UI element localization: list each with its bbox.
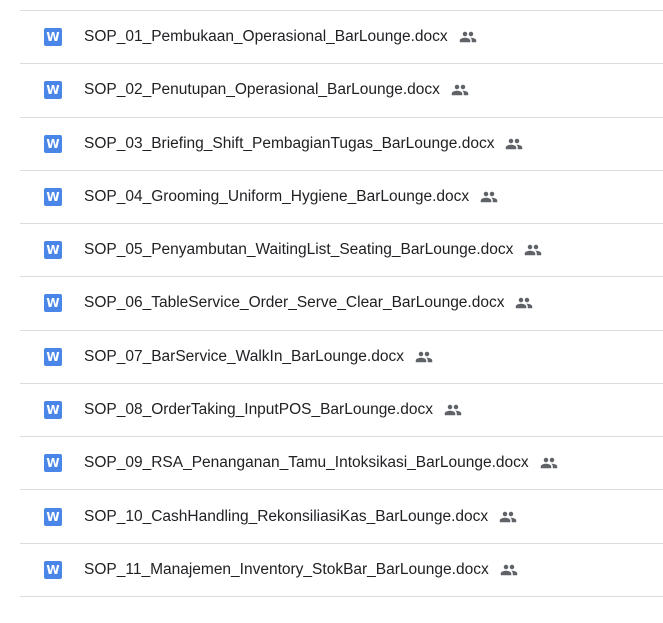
people-icon [459, 28, 477, 46]
file-name[interactable]: SOP_04_Grooming_Uniform_Hygiene_BarLoung… [84, 188, 469, 206]
people-icon [444, 401, 462, 419]
file-row[interactable]: W SOP_11_Manajemen_Inventory_StokBar_Bar… [20, 544, 663, 597]
file-name[interactable]: SOP_08_OrderTaking_InputPOS_BarLounge.do… [84, 401, 433, 419]
word-doc-icon: W [44, 28, 62, 47]
word-doc-icon: W [44, 507, 62, 526]
file-row[interactable]: W SOP_06_TableService_Order_Serve_Clear_… [20, 277, 663, 331]
file-name[interactable]: SOP_09_RSA_Penanganan_Tamu_Intoksikasi_B… [84, 454, 529, 472]
file-name[interactable]: SOP_05_Penyambutan_WaitingList_Seating_B… [84, 241, 513, 259]
people-icon [499, 508, 517, 526]
file-name[interactable]: SOP_11_Manajemen_Inventory_StokBar_BarLo… [84, 561, 489, 579]
people-icon [540, 454, 558, 472]
people-icon [524, 241, 542, 259]
file-row[interactable]: W SOP_01_Pembukaan_Operasional_BarLounge… [20, 11, 663, 65]
file-name[interactable]: SOP_02_Penutupan_Operasional_BarLounge.d… [84, 81, 440, 99]
file-name[interactable]: SOP_10_CashHandling_RekonsiliasiKas_BarL… [84, 508, 488, 526]
file-row[interactable]: W SOP_10_CashHandling_RekonsiliasiKas_Ba… [20, 490, 663, 544]
file-list: W SOP_01_Pembukaan_Operasional_BarLounge… [20, 10, 663, 597]
file-row[interactable]: W SOP_03_Briefing_Shift_PembagianTugas_B… [20, 118, 663, 171]
file-name[interactable]: SOP_03_Briefing_Shift_PembagianTugas_Bar… [84, 135, 494, 153]
people-icon [480, 188, 498, 206]
file-row[interactable]: W SOP_07_BarService_WalkIn_BarLounge.doc… [20, 331, 663, 384]
word-doc-icon: W [44, 294, 62, 313]
people-icon [505, 135, 523, 153]
file-name[interactable]: SOP_07_BarService_WalkIn_BarLounge.docx [84, 348, 404, 366]
word-doc-icon: W [44, 400, 62, 419]
people-icon [415, 348, 433, 366]
word-doc-icon: W [44, 81, 62, 100]
file-name[interactable]: SOP_01_Pembukaan_Operasional_BarLounge.d… [84, 28, 448, 46]
people-icon [500, 561, 518, 579]
file-name[interactable]: SOP_06_TableService_Order_Serve_Clear_Ba… [84, 294, 504, 312]
file-row[interactable]: W SOP_05_Penyambutan_WaitingList_Seating… [20, 224, 663, 278]
word-doc-icon: W [44, 347, 62, 366]
people-icon [451, 81, 469, 99]
word-doc-icon: W [44, 241, 62, 260]
word-doc-icon: W [44, 134, 62, 153]
file-row[interactable]: W SOP_09_RSA_Penanganan_Tamu_Intoksikasi… [20, 437, 663, 491]
people-icon [515, 294, 533, 312]
word-doc-icon: W [44, 187, 62, 206]
word-doc-icon: W [44, 560, 62, 579]
word-doc-icon: W [44, 454, 62, 473]
file-row[interactable]: W SOP_08_OrderTaking_InputPOS_BarLounge.… [20, 384, 663, 438]
file-row[interactable]: W SOP_02_Penutupan_Operasional_BarLounge… [20, 64, 663, 118]
file-row[interactable]: W SOP_04_Grooming_Uniform_Hygiene_BarLou… [20, 171, 663, 225]
